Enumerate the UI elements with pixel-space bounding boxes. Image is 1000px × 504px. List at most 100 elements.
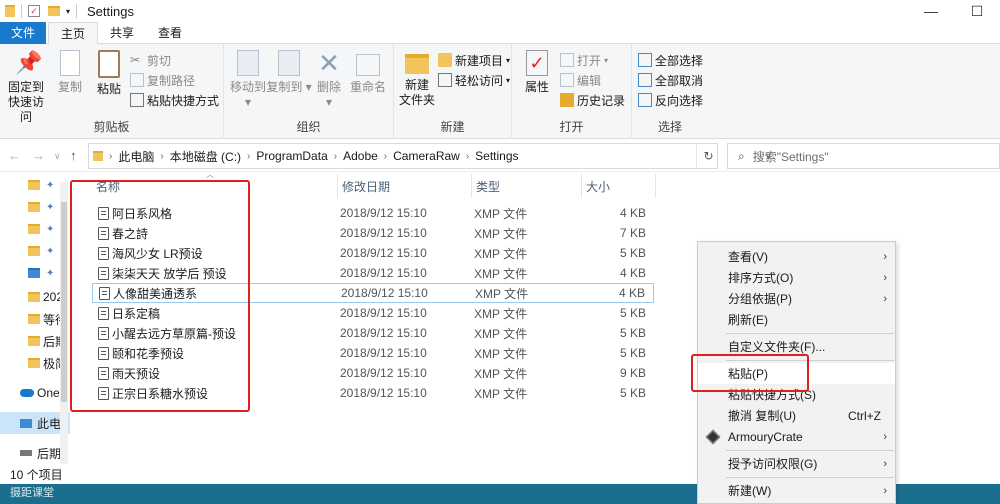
- up-arrow-icon[interactable]: ↑: [70, 148, 77, 163]
- maximize-button[interactable]: ☐: [954, 0, 1000, 22]
- menu-separator: [726, 450, 894, 451]
- invert-selection-button[interactable]: 反向选择: [638, 90, 703, 110]
- move-icon: [237, 50, 259, 76]
- open-group-label: 打开: [559, 120, 584, 134]
- breadcrumb-local-disk[interactable]: 本地磁盘 (C:): [170, 148, 241, 165]
- file-row[interactable]: 阿日系风格 2018/9/12 15:10 XMP 文件 4 KB: [92, 203, 654, 223]
- file-row[interactable]: 颐和花季预设 2018/9/12 15:10 XMP 文件 5 KB: [92, 343, 654, 363]
- copy-to-label: 复制到 ▾: [266, 80, 312, 94]
- delete-button[interactable]: ✕ 删除 ▾: [314, 50, 344, 110]
- forward-arrow-icon[interactable]: →: [32, 148, 45, 163]
- drive-icon: [20, 450, 32, 456]
- tab-file[interactable]: 文件: [0, 22, 46, 44]
- copy-to-icon: [278, 50, 300, 76]
- xmp-file-icon: [98, 246, 109, 260]
- file-row[interactable]: 小醒去远方草原篇-预设 2018/9/12 15:10 XMP 文件 5 KB: [92, 323, 654, 343]
- menu-item-view[interactable]: 查看(V) ›: [698, 246, 895, 267]
- file-size: 9 KB: [619, 366, 646, 380]
- menu-item-sort[interactable]: 排序方式(O) ›: [698, 267, 895, 288]
- breadcrumb-adobe[interactable]: Adobe: [343, 149, 378, 163]
- tab-home[interactable]: 主页: [48, 22, 99, 45]
- column-header-size[interactable]: 大小: [582, 174, 656, 198]
- column-header-name[interactable]: 名称: [92, 174, 338, 198]
- file-name: 颐和花季预设: [112, 346, 185, 361]
- properties-button[interactable]: ✓ 属性: [520, 50, 554, 95]
- history-button[interactable]: 历史记录: [560, 90, 625, 110]
- select-group-label: 选择: [657, 120, 682, 134]
- nav-scrollbar[interactable]: [60, 182, 68, 466]
- copy-path-button[interactable]: 复制路径: [130, 70, 195, 90]
- menu-item-customize-folder[interactable]: 自定义文件夹(F)...: [698, 336, 895, 357]
- column-header-date[interactable]: 修改日期: [338, 174, 472, 198]
- folder-icon: [5, 5, 15, 17]
- menu-item-new[interactable]: 新建(W) ›: [698, 480, 895, 501]
- breadcrumb-settings[interactable]: Settings: [475, 149, 518, 163]
- breadcrumb-this-pc[interactable]: 此电脑: [118, 148, 154, 165]
- file-row-focused[interactable]: 人像甜美通透系 2018/9/12 15:10 XMP 文件 4 KB: [92, 283, 654, 303]
- paste-shortcut-button[interactable]: 粘贴快捷方式: [130, 90, 219, 110]
- menu-item-refresh[interactable]: 刷新(E): [698, 309, 895, 330]
- nav-scrollbar-thumb[interactable]: [61, 202, 67, 402]
- open-button[interactable]: 打开 ▾: [560, 50, 608, 70]
- select-all-button[interactable]: 全部选择: [638, 50, 703, 70]
- pin-to-quick-access-button[interactable]: 📌 固定到 快速访问: [4, 50, 48, 125]
- easy-access-label: 轻松访问: [455, 73, 504, 88]
- nav-item-label: One: [37, 386, 60, 400]
- breadcrumb-cameraraw[interactable]: CameraRaw: [393, 149, 460, 163]
- file-row[interactable]: 海风少女 LR预设 2018/9/12 15:10 XMP 文件 5 KB: [92, 243, 654, 263]
- easy-access-button[interactable]: 轻松访问 ▾: [438, 70, 510, 90]
- tab-share[interactable]: 共享: [98, 22, 146, 44]
- chevron-right-icon: ›: [883, 292, 887, 305]
- menu-item-label: 分组依据(P): [728, 292, 792, 306]
- address-bar[interactable]: › 此电脑 › 本地磁盘 (C:) › ProgramData › Adobe …: [88, 143, 772, 169]
- file-row[interactable]: 日系定稿 2018/9/12 15:10 XMP 文件 5 KB: [92, 303, 654, 323]
- properties-quick-icon[interactable]: ✓: [28, 5, 40, 17]
- folder-icon: [28, 358, 40, 368]
- open-label: 打开: [577, 53, 602, 68]
- copy-to-button[interactable]: 复制到 ▾: [266, 50, 312, 95]
- breadcrumb-programdata[interactable]: ProgramData: [256, 149, 327, 163]
- file-name: 春之詩: [112, 226, 149, 241]
- minimize-button[interactable]: —: [908, 0, 954, 22]
- recent-dropdown-icon[interactable]: ∨: [54, 151, 61, 162]
- cut-button[interactable]: ✂ 剪切: [130, 50, 171, 70]
- menu-item-armourycrate[interactable]: ArmouryCrate ›: [698, 426, 895, 447]
- select-none-button[interactable]: 全部取消: [638, 70, 703, 90]
- file-size: 4 KB: [619, 206, 646, 220]
- menu-item-grant-access[interactable]: 授予访问权限(G) ›: [698, 453, 895, 474]
- file-size: 5 KB: [619, 346, 646, 360]
- back-arrow-icon[interactable]: ←: [8, 148, 21, 163]
- menu-item-undo-copy[interactable]: 撤消 复制(U) Ctrl+Z: [698, 405, 895, 426]
- menu-item-group[interactable]: 分组依据(P) ›: [698, 288, 895, 309]
- cloud-icon: [20, 389, 34, 397]
- paste-button[interactable]: 粘贴: [92, 50, 126, 97]
- file-row[interactable]: 春之詩 2018/9/12 15:10 XMP 文件 7 KB: [92, 223, 654, 243]
- file-row[interactable]: 雨天预设 2018/9/12 15:10 XMP 文件 9 KB: [92, 363, 654, 383]
- edit-button[interactable]: 编辑: [560, 70, 601, 90]
- copy-button[interactable]: 复制: [52, 50, 88, 95]
- rename-button[interactable]: 重命名: [348, 50, 388, 95]
- file-date: 2018/9/12 15:10: [340, 386, 427, 400]
- file-name: 日系定稿: [112, 306, 161, 321]
- pin-icon: ✦: [46, 179, 55, 191]
- search-placeholder: 搜索"Settings": [752, 149, 829, 164]
- rename-label: 重命名: [349, 80, 386, 94]
- dropdown-icon[interactable]: ▾: [66, 7, 70, 16]
- file-row[interactable]: 柒柒天天 放学后 预设 2018/9/12 15:10 XMP 文件 4 KB: [92, 263, 654, 283]
- new-folder-quick-icon[interactable]: [48, 6, 60, 16]
- search-box[interactable]: ⌕ 搜索"Settings": [727, 143, 1000, 169]
- column-header-type[interactable]: 类型: [472, 174, 582, 198]
- move-to-button[interactable]: 移动到 ▾: [228, 50, 268, 110]
- new-item-button[interactable]: 新建项目 ▾: [438, 50, 510, 70]
- menu-item-paste-shortcut[interactable]: 粘贴快捷方式(S): [698, 384, 895, 405]
- menu-item-paste[interactable]: 粘贴(P): [698, 363, 895, 384]
- clipboard-icon: [98, 50, 120, 78]
- file-row[interactable]: 正宗日系糖水预设 2018/9/12 15:10 XMP 文件 5 KB: [92, 383, 654, 403]
- file-type: XMP 文件: [475, 286, 529, 301]
- breadcrumb-separator-icon: ›: [247, 150, 251, 162]
- refresh-icon[interactable]: ↻: [696, 144, 720, 168]
- new-folder-button[interactable]: 新建 文件夹: [398, 50, 436, 108]
- search-icon: ⌕: [738, 148, 745, 163]
- tab-view[interactable]: 查看: [146, 22, 194, 44]
- paste-label: 粘贴: [96, 82, 121, 96]
